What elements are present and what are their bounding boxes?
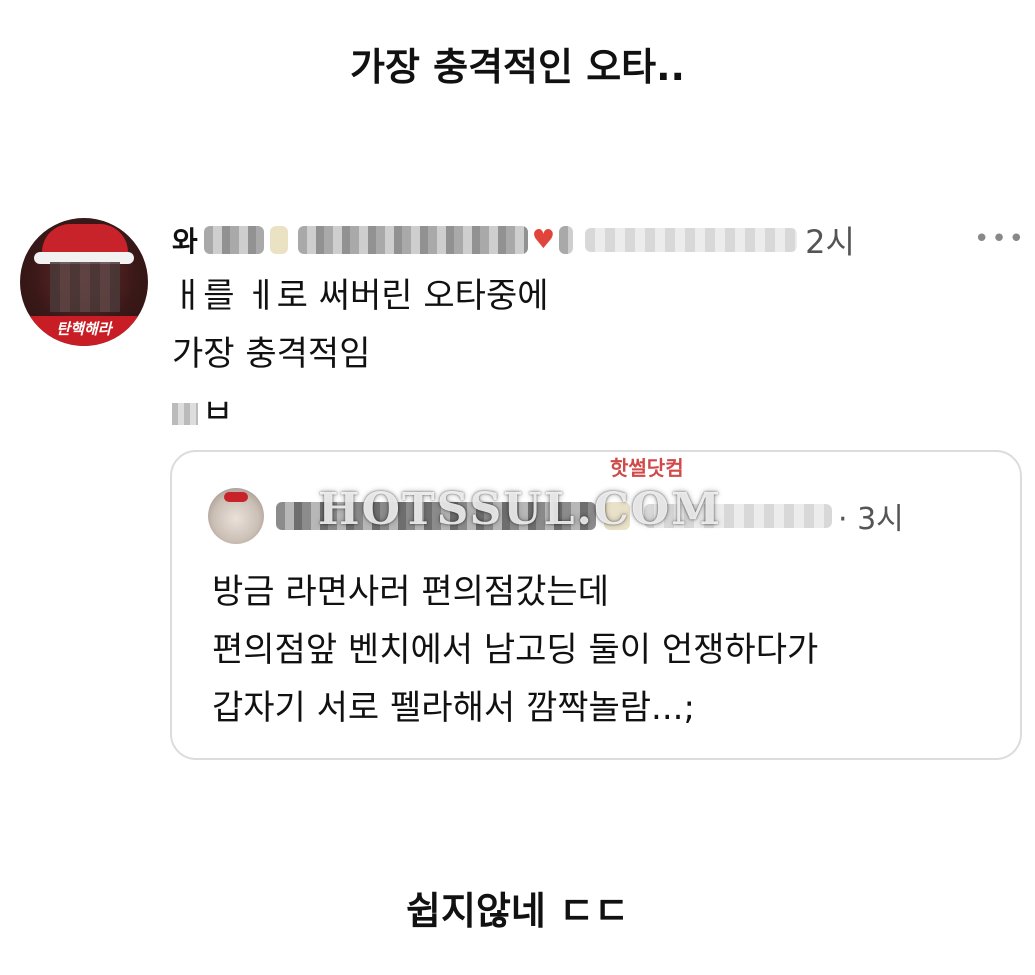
headline-caption: 쉽지않네 ㄷㄷ xyxy=(406,889,629,933)
quoted-text-line-2: 편의점앞 벤치에서 남고딩 둘이 언쟁하다가 xyxy=(212,630,819,670)
quoted-avatar-ribbon xyxy=(224,492,248,502)
post-text-line-1: ㅐ를 ㅔ로 써버린 오타중에 xyxy=(172,276,549,316)
post-text-line-3: ㅂ xyxy=(172,384,233,433)
headline-title: 가장 충격적인 오타.. xyxy=(349,45,685,89)
author-row: 와 ♥ 2시 xyxy=(172,218,855,262)
more-options-icon[interactable]: ••• xyxy=(974,224,1026,254)
author-name-blur-3 xyxy=(559,226,574,254)
watermark-latin: HOTSSUL.COM xyxy=(318,484,722,535)
author-name-initial[interactable]: 와 xyxy=(172,220,198,260)
author-name-blur-2 xyxy=(297,226,528,254)
quoted-text-line-1: 방금 라면사러 편의점갔는데 xyxy=(212,572,609,612)
quoted-avatar[interactable] xyxy=(208,488,264,544)
avatar-banner: 탄핵해라 xyxy=(20,316,148,346)
watermark-korean: 핫썰닷컴 xyxy=(610,456,684,480)
quoted-post-time: · 3시 xyxy=(838,502,904,537)
heart-icon: ♥ xyxy=(531,225,556,255)
quoted-text-line-3: 갑자기 서로 펠라해서 깜짝놀람...; xyxy=(212,688,695,728)
author-handle-blur[interactable] xyxy=(585,228,798,252)
post-text-line-3-tail: ㅂ xyxy=(202,392,234,432)
author-name-blur xyxy=(203,226,264,254)
post-text-line-2: 가장 충격적임 xyxy=(172,334,371,374)
post-time: 2시 xyxy=(805,223,855,261)
avatar-blurred-face xyxy=(50,262,120,312)
blurred-char xyxy=(172,402,198,425)
avatar[interactable]: 탄핵해라 xyxy=(20,218,148,346)
candle-emoji-blur xyxy=(269,226,288,254)
